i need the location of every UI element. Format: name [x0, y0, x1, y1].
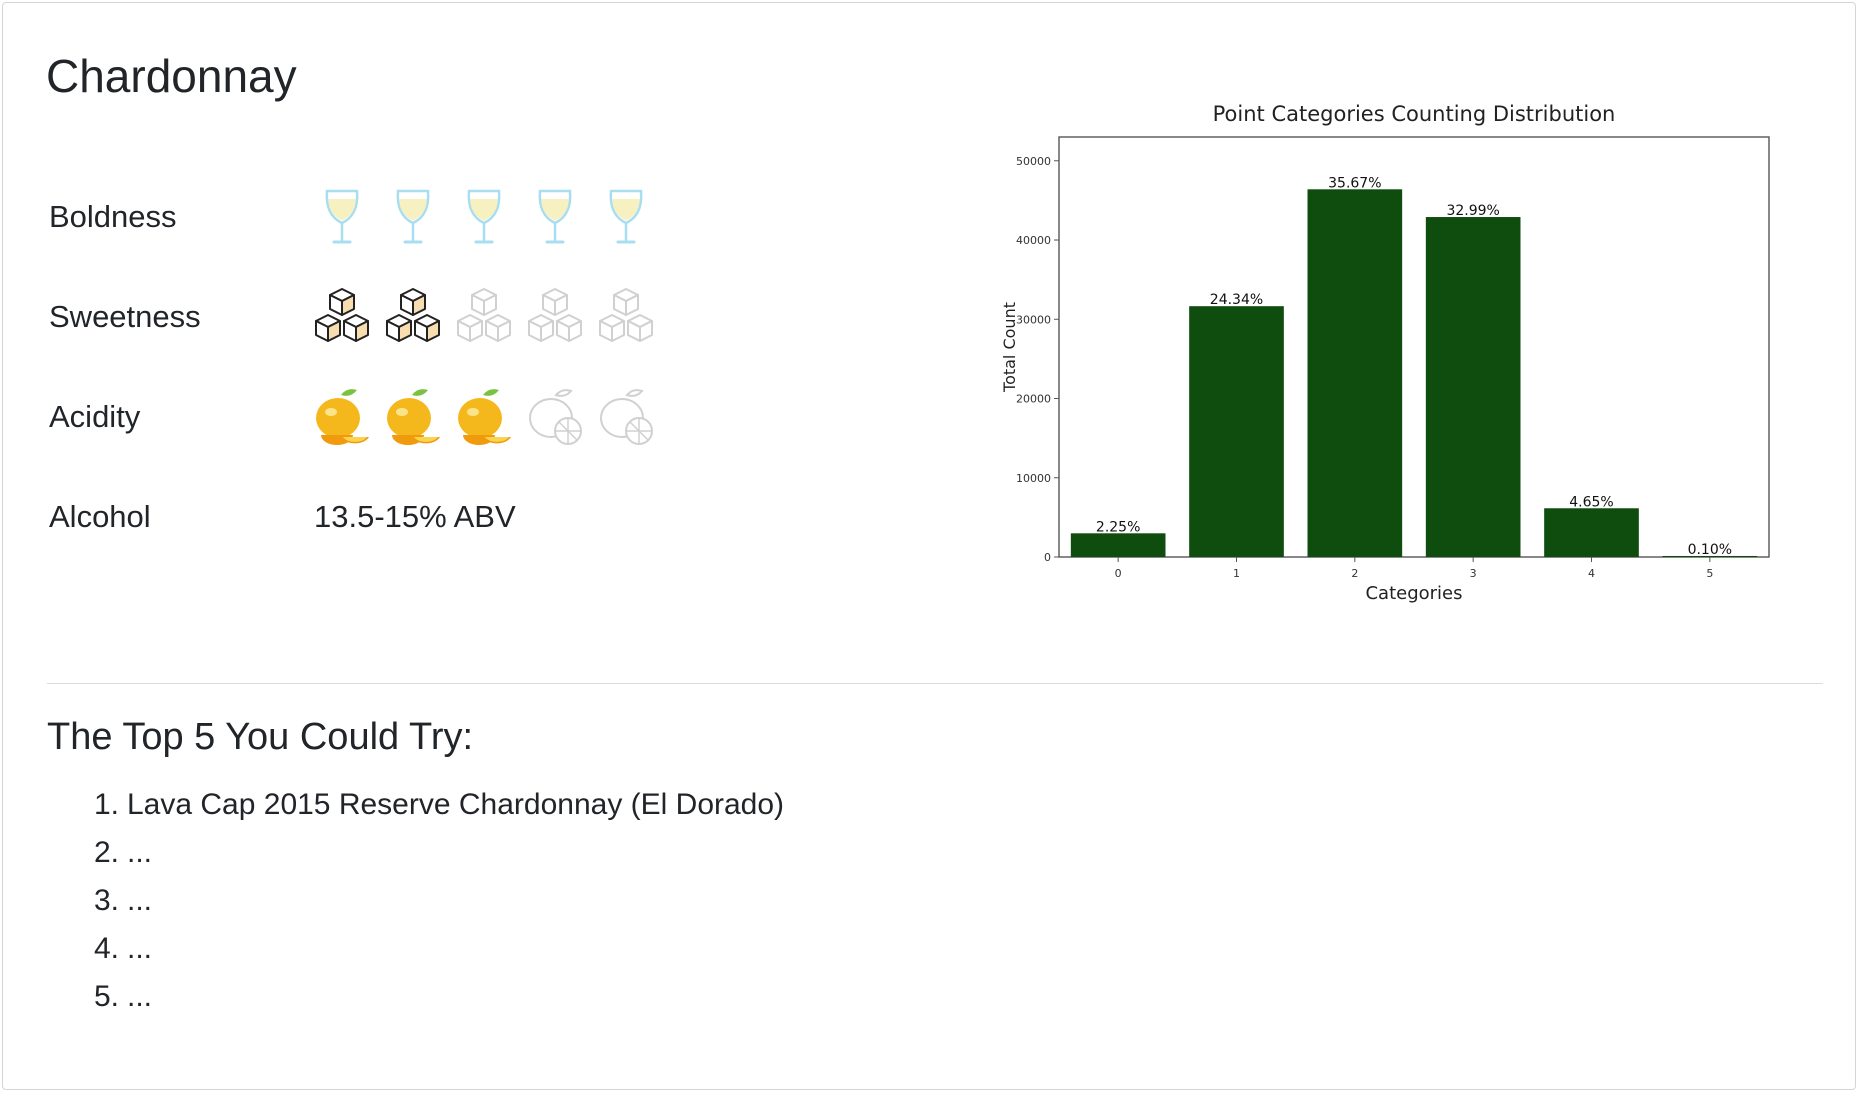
plot-frame [1058, 136, 1770, 558]
bar-2 [1307, 189, 1403, 557]
sugar-cubes-icon [599, 288, 653, 342]
wine-glass-icon [609, 189, 643, 244]
x-tick-label: 4 [1588, 567, 1595, 580]
y-axis-label: Total Count [1000, 302, 1019, 393]
list-item-text: ... [127, 932, 153, 965]
list-item-number: 2. [93, 836, 119, 869]
y-tick-label: 30000 [1016, 313, 1051, 326]
list-item-number: 3. [93, 884, 119, 917]
y-tick-label: 50000 [1016, 155, 1051, 168]
sweetness-row: Sweetness [49, 277, 689, 357]
bar-4 [1544, 508, 1639, 557]
lemon-icon [529, 389, 582, 445]
x-tick-label: 5 [1706, 567, 1713, 580]
bar-data-label: 2.25% [1096, 519, 1140, 535]
lemon-icon [458, 389, 511, 445]
sweetness-rating [311, 277, 666, 357]
sugar-cubes-icon [457, 288, 511, 342]
y-tick-label: 40000 [1016, 234, 1051, 247]
x-tick-label: 0 [1115, 567, 1122, 580]
acidity-rating [311, 377, 666, 457]
chart-title: Point Categories Counting Distribution [1213, 102, 1616, 126]
bar-0 [1070, 533, 1166, 557]
lemon-icon [600, 389, 653, 445]
sugar-cubes-icon [386, 288, 440, 342]
section-divider [47, 683, 1823, 684]
wine-title: Chardonnay [46, 50, 297, 102]
x-tick-label: 1 [1233, 567, 1240, 580]
sweetness-label: Sweetness [49, 299, 201, 334]
x-axis-label: Categories [1365, 583, 1462, 604]
lemon-icon [387, 389, 440, 445]
list-item-number: 5. [93, 980, 119, 1013]
acidity-row: Acidity [49, 377, 689, 457]
wine-glass-icon [467, 189, 501, 244]
list-item-text: ... [127, 836, 153, 869]
sugar-cubes-icon [528, 288, 582, 342]
bar-data-label: 0.10% [1688, 542, 1732, 558]
boldness-row: Boldness [49, 177, 689, 257]
sugar-cubes-icon [315, 288, 369, 342]
wine-glass-icon [325, 189, 359, 244]
wine-card: Chardonnay Boldness Sweetness Acidity Al… [2, 2, 1856, 1090]
alcohol-label: Alcohol [49, 499, 151, 534]
list-item-number: 1. [93, 788, 119, 821]
wine-glass-icon [538, 189, 572, 244]
wine-glass-icon [396, 189, 430, 244]
list-item-text: ... [127, 980, 153, 1013]
alcohol-value: 13.5-15% ABV [314, 499, 516, 534]
y-tick-label: 10000 [1016, 472, 1051, 485]
alcohol-row: Alcohol 13.5-15% ABV [49, 477, 689, 557]
bar-1 [1189, 306, 1284, 557]
bar-data-label: 24.34% [1210, 292, 1263, 308]
list-item-text: ... [127, 884, 153, 917]
bar-data-label: 4.65% [1569, 494, 1613, 510]
bar-data-label: 35.67% [1328, 175, 1381, 191]
list-item-number: 4. [93, 932, 119, 965]
y-tick-label: 20000 [1016, 393, 1051, 406]
bar-data-label: 32.99% [1446, 203, 1499, 219]
boldness-rating [311, 177, 666, 257]
x-tick-label: 2 [1351, 567, 1358, 580]
recommendations-heading: The Top 5 You Could Try: [47, 716, 474, 758]
y-tick-label: 0 [1044, 551, 1051, 564]
point-categories-chart: Point Categories Counting Distribution 0 1… [1000, 102, 1770, 604]
list-item-text: Lava Cap 2015 Reserve Chardonnay (El Dor… [127, 788, 785, 821]
boldness-label: Boldness [49, 199, 177, 234]
bar-3 [1425, 217, 1521, 558]
lemon-icon [316, 389, 369, 445]
acidity-label: Acidity [49, 399, 141, 434]
x-tick-label: 3 [1470, 567, 1477, 580]
